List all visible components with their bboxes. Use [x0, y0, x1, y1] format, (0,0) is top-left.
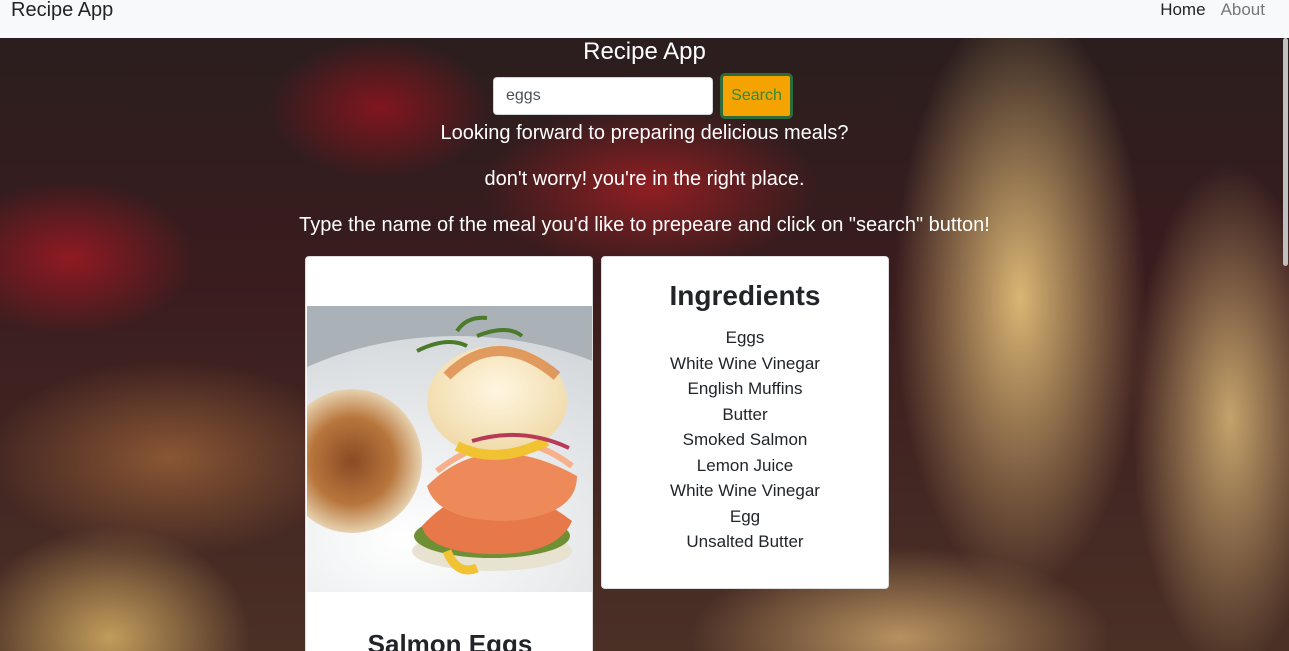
intro-line-3: Type the name of the meal you'd like to … — [299, 214, 990, 236]
nav-link-home[interactable]: Home — [1160, 0, 1205, 20]
intro-line-2: don't worry! you're in the right place. — [484, 168, 805, 190]
search-button[interactable]: Search — [720, 73, 793, 119]
ingredients-card: Ingredients Eggs White Wine Vinegar Engl… — [601, 256, 889, 589]
recipe-title: Salmon Eggs — [367, 629, 533, 651]
ingredients-list: Eggs White Wine Vinegar English Muffins … — [602, 325, 888, 555]
page-title: Recipe App — [583, 38, 706, 65]
recipe-card[interactable]: Salmon Eggs — [305, 256, 593, 651]
hero-content: Recipe App Search Looking forward to pre… — [0, 38, 1289, 236]
navbar-brand[interactable]: Recipe App — [11, 0, 113, 20]
intro-line-1: Looking forward to preparing delicious m… — [440, 122, 849, 144]
nav-link-about[interactable]: About — [1221, 0, 1265, 20]
search-form: Search — [493, 73, 793, 119]
ingredient-item: Lemon Juice — [696, 455, 794, 475]
recipe-photo — [307, 306, 592, 592]
ingredient-item: Smoked Salmon — [682, 430, 808, 449]
ingredient-item: English Muffins — [687, 379, 803, 398]
ingredient-item: Butter — [722, 404, 768, 424]
ingredient-item: White Wine Vinegar — [670, 353, 820, 373]
page-scrollbar[interactable] — [1283, 38, 1288, 266]
ingredient-item: Eggs — [725, 328, 765, 347]
nav-links: Home About — [1160, 0, 1265, 20]
search-input[interactable] — [493, 77, 713, 115]
ingredients-title: Ingredients — [669, 280, 821, 311]
ingredient-item: Egg — [729, 506, 761, 526]
ingredient-item: Unsalted Butter — [686, 532, 804, 551]
ingredient-item: White Wine Vinegar — [670, 481, 820, 500]
salmon-eggs-image — [307, 306, 592, 592]
top-navbar: Recipe App Home About — [0, 0, 1289, 38]
